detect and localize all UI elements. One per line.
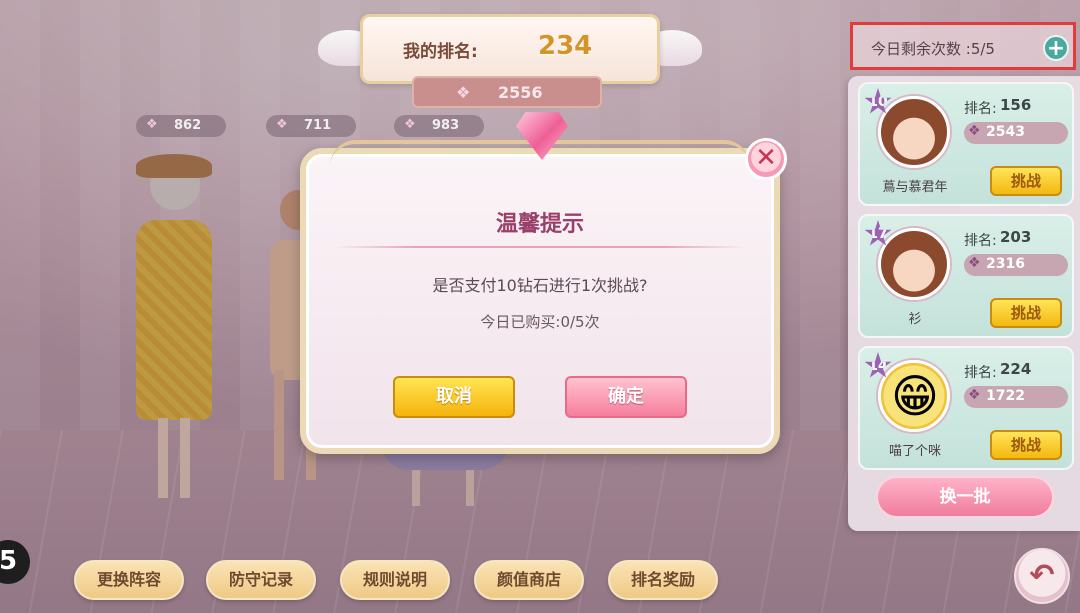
change-lineup-button[interactable]: 更换阵容	[74, 560, 184, 600]
opponent-name: 喵了个咪	[888, 444, 941, 459]
charm-icon: ❖	[456, 83, 471, 102]
back-arrow-icon[interactable]: ↶	[1014, 548, 1070, 604]
opponent-score-pill: ❖ 2316	[964, 254, 1068, 276]
team-score-value: 711	[304, 118, 332, 133]
team-score-value: 862	[174, 118, 202, 133]
avatar	[878, 360, 950, 432]
confirm-button[interactable]: 确定	[565, 376, 687, 418]
dialog-message: 是否支付10钻石进行1次挑战?	[432, 276, 648, 295]
my-score-pill: ❖ 2556	[412, 76, 602, 108]
charm-icon: ❖	[146, 117, 158, 132]
opponent-rank-value: 203	[1000, 228, 1032, 246]
avatar	[878, 96, 950, 168]
rank-rewards-button[interactable]: 排名奖励	[608, 560, 718, 600]
dialog-purchase-count: 今日已购买:0/5次	[480, 313, 600, 331]
opponent-card: 14 排名: 224 ❖ 1722 喵了个咪 挑战	[858, 346, 1074, 470]
avatar	[878, 228, 950, 300]
charm-shop-button[interactable]: 颜值商店	[474, 560, 584, 600]
opponent-card: 17 排名: 203 ❖ 2316 衫 挑战	[858, 214, 1074, 338]
opponent-score-pill: ❖ 1722	[964, 386, 1068, 408]
confirm-dialog	[300, 148, 780, 454]
remaining-attempts-box: 今日剩余次数 :5/5 +	[850, 22, 1076, 70]
my-rank-value: 234	[538, 31, 593, 61]
team-score-chip: ❖ 862	[136, 115, 226, 137]
opponent-score-value: 2316	[986, 256, 1025, 272]
opponent-list-panel: 10 排名: 156 ❖ 2543 蔦与慕君年 挑战 17 排名: 203 ❖ …	[848, 76, 1080, 531]
opponent-rank-value: 224	[1000, 360, 1032, 378]
charm-icon: ❖	[276, 117, 288, 132]
my-rank-label: 我的排名:	[403, 42, 478, 62]
team-score-chip: ❖ 711	[266, 115, 356, 137]
cancel-button[interactable]: 取消	[393, 376, 515, 418]
opponent-name: 衫	[908, 312, 922, 327]
opponent-score-value: 1722	[986, 388, 1025, 404]
opponent-score-value: 2543	[986, 124, 1025, 140]
refresh-opponents-button[interactable]: 换一批	[876, 476, 1054, 518]
charm-icon: ❖	[968, 387, 981, 403]
charm-icon: ❖	[404, 117, 416, 132]
charm-icon: ❖	[968, 123, 981, 139]
opponent-rank-label: 排名:	[964, 101, 997, 117]
opponent-card: 10 排名: 156 ❖ 2543 蔦与慕君年 挑战	[858, 82, 1074, 206]
charm-icon: ❖	[968, 255, 981, 271]
remaining-attempts-label: 今日剩余次数 :5/5	[871, 40, 995, 58]
dialog-divider	[333, 246, 747, 248]
my-score-value: 2556	[498, 83, 543, 102]
opponent-name: 蔦与慕君年	[882, 180, 948, 195]
my-rank-banner: 我的排名: 234	[360, 14, 660, 84]
close-icon[interactable]: ✕	[745, 138, 787, 180]
defense-record-button[interactable]: 防守记录	[206, 560, 316, 600]
dialog-title: 温馨提示	[495, 212, 584, 237]
opponent-score-pill: ❖ 2543	[964, 122, 1068, 144]
opponent-rank-label: 排名:	[964, 233, 997, 249]
rules-button[interactable]: 规则说明	[340, 560, 450, 600]
plus-circle-icon[interactable]: +	[1043, 35, 1069, 61]
challenge-button[interactable]: 挑战	[990, 166, 1062, 196]
challenge-button[interactable]: 挑战	[990, 430, 1062, 460]
opponent-rank-value: 156	[1000, 96, 1032, 114]
team-score-chip: ❖ 983	[394, 115, 484, 137]
team-score-value: 983	[432, 118, 460, 133]
opponent-rank-label: 排名:	[964, 365, 997, 381]
challenge-button[interactable]: 挑战	[990, 298, 1062, 328]
